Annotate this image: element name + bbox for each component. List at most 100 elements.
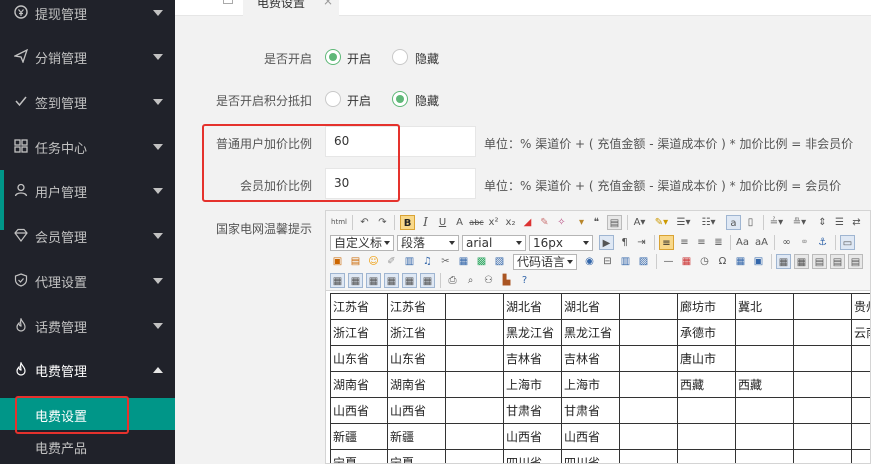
line-height-icon[interactable]: ⇕ [815,215,830,230]
nav-electric-fee[interactable]: 电费管理 [0,348,175,393]
search-replace-icon[interactable]: ⚇ [481,273,496,288]
table-cell[interactable] [793,397,852,424]
table-cell[interactable] [445,345,504,372]
nav-agent[interactable]: 代理设置 [0,259,175,304]
paste-plain-icon[interactable]: ▤ [607,215,622,230]
rich-text-editor[interactable]: html ↶ ↷ B I U A abc x² x₂ ◢ ✎ ✧ ▾ ❝ ▤ A… [325,210,871,464]
music-icon[interactable]: ♫ [420,254,435,269]
strikethrough-icon[interactable]: abc [469,215,484,230]
table-cell[interactable]: 湖南省 [330,371,388,398]
html-source-icon[interactable]: html [330,215,348,230]
close-icon[interactable]: × [323,0,333,8]
table-cell[interactable] [735,423,794,450]
rtl-icon[interactable]: ¶ [617,235,632,250]
help-icon[interactable]: ? [517,273,532,288]
indent-icon[interactable]: ⇥ [634,235,649,250]
table-cell[interactable]: 西藏 [677,371,736,398]
table-cell[interactable] [619,293,678,320]
split-to-cells-icon[interactable]: ▦ [384,273,399,288]
table-cell[interactable] [851,397,870,424]
table-cell[interactable]: 宁夏 [387,449,446,463]
table-cell[interactable] [793,449,852,463]
table-cell[interactable] [793,319,852,346]
clear-doc-icon[interactable]: ▯ [743,215,758,230]
table-cell[interactable]: 山西省 [330,397,388,424]
table-cell[interactable]: 云南 [851,319,870,346]
unordered-list-icon[interactable]: ☷▾ [701,215,716,230]
customstyle-icon[interactable]: ☰ [832,215,847,230]
ordered-list-icon[interactable]: ☰▾ [676,215,691,230]
background-icon[interactable]: ▨ [636,254,651,269]
table-cell[interactable]: 甘肃省 [503,397,562,424]
subscript-icon[interactable]: x₂ [503,215,518,230]
map-icon[interactable]: ▦ [456,254,471,269]
table-cell[interactable]: 吉林省 [503,345,562,372]
wordimage-icon[interactable]: ▦ [733,254,748,269]
table-cell[interactable] [619,397,678,424]
insert-image-icon[interactable]: ▤ [348,254,363,269]
eraser-icon[interactable]: ◢ [520,215,535,230]
insert-row-icon[interactable]: ▤ [830,254,845,269]
italic-icon[interactable]: I [418,215,433,230]
table-cell[interactable]: 上海市 [503,371,562,398]
merge-cells-icon[interactable]: ▦ [330,273,345,288]
table-cell[interactable] [735,345,794,372]
table-cell[interactable]: 冀北 [735,293,794,320]
template-icon[interactable]: ▥ [618,254,633,269]
table-cell[interactable]: 承德市 [677,319,736,346]
table-cell[interactable] [851,345,870,372]
paragraph-select[interactable]: 段落 [397,235,459,251]
table-cell[interactable]: 山西省 [387,397,446,424]
time-icon[interactable]: ◷ [697,254,712,269]
table-cell[interactable] [619,345,678,372]
table-cell[interactable] [677,397,736,424]
table-cell[interactable] [677,423,736,450]
table-cell[interactable]: 黑龙江省 [503,319,562,346]
table-cell[interactable] [619,319,678,346]
enabled-radio-on[interactable] [325,49,341,65]
table-cell[interactable]: 山东省 [330,345,388,372]
nav-members[interactable]: 会员管理 [0,214,175,259]
row-spacing-top-icon[interactable]: ≟▾ [769,215,784,230]
tolowercase-icon[interactable]: aA [754,235,769,250]
font-family-select[interactable]: arial [462,235,526,251]
table-cell[interactable] [735,397,794,424]
table-cell[interactable]: 上海市 [561,371,620,398]
table-cell[interactable]: 湖北省 [503,293,562,320]
merge-right-icon[interactable]: ▦ [348,273,363,288]
delete-row-icon[interactable]: ▤ [848,254,863,269]
format-brush-icon[interactable]: ✎ [537,215,552,230]
image-float-none-icon[interactable]: ▭ [840,235,855,250]
preview-icon[interactable]: ⌕ [463,273,478,288]
pagebreak-icon[interactable]: ⊟ [600,254,615,269]
table-cell[interactable]: 山西省 [503,423,562,450]
unlink-icon[interactable]: ⚭ [797,235,812,250]
table-cell[interactable] [735,449,794,463]
enabled-radio-off[interactable] [392,49,408,65]
align-right-icon[interactable]: ≡ [694,235,709,250]
auto-format-icon[interactable]: ✧ [554,215,569,230]
table-cell[interactable]: 贵州 [851,293,870,320]
table-cell[interactable] [619,449,678,463]
font-size-select[interactable]: 16px [529,235,593,251]
nav-phone-fee[interactable]: 话费管理 [0,304,175,349]
emotion-icon[interactable]: ☺ [366,254,381,269]
code-language-select[interactable]: 代码语言 [513,254,577,270]
align-center-icon[interactable]: ≡ [677,235,692,250]
table-cell[interactable]: 浙江省 [330,319,388,346]
undo-icon[interactable]: ↶ [357,215,372,230]
table-cell[interactable]: 湖南省 [387,371,446,398]
anchor-icon[interactable]: ⚓ [815,235,830,250]
simple-upload-icon[interactable]: ▣ [330,254,345,269]
row-spacing-bottom-icon[interactable]: ≞▾ [792,215,807,230]
link-icon[interactable]: ∞ [779,235,794,250]
table-cell[interactable]: 新疆 [330,423,388,450]
ltr-icon[interactable]: ▶ [599,235,614,250]
table-cell[interactable]: 西藏 [735,371,794,398]
table-cell[interactable]: 黑龙江省 [561,319,620,346]
custom-title-select[interactable]: 自定义标 [330,235,394,251]
table-cell[interactable]: 唐山市 [677,345,736,372]
table-cell[interactable]: 湖北省 [561,293,620,320]
nav-withdraw[interactable]: 提现管理 [0,0,175,36]
align-justify-icon[interactable]: ≣ [711,235,726,250]
